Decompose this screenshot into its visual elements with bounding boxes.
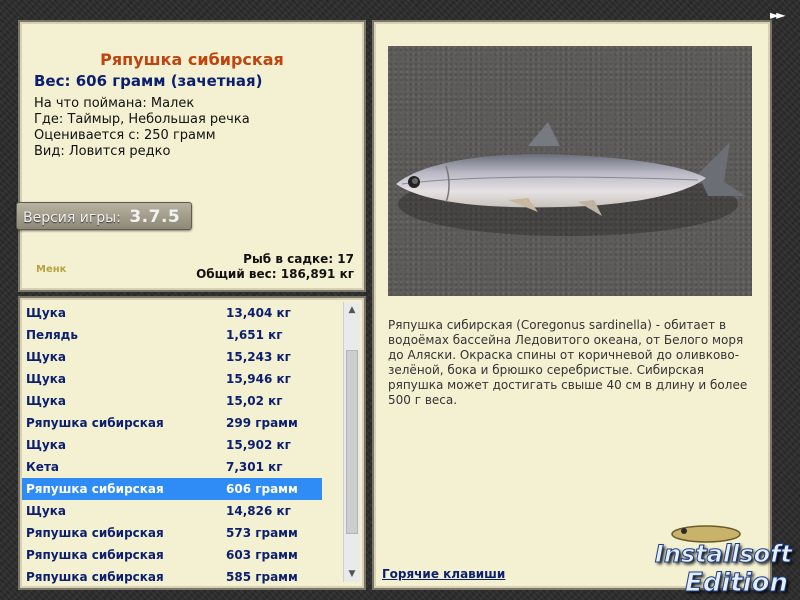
catch-fish-name: Ряпушка сибирская [26,570,164,584]
catch-fish-weight: 15,902 кг [226,438,291,452]
version-plate: Версия игры: 3.7.5 [16,202,192,230]
catch-list-row[interactable]: Пелядь 1,651 кг [22,324,322,346]
location-label: Где: [34,112,64,127]
scroll-thumb[interactable] [346,350,358,534]
catch-fish-name: Щука [26,394,66,408]
catch-fish-weight: 299 грамм [226,416,298,430]
catch-list-row[interactable]: Щука 15,243 кг [22,346,322,368]
catch-list-row[interactable]: Ряпушка сибирская 585 грамм [22,566,322,588]
location-line: Где: Таймыр, Небольшая речка [34,112,250,127]
catch-fish-name: Ряпушка сибирская [26,526,164,540]
min-weight-line: Оценивается с: 250 грамм [34,128,216,143]
catch-fish-name: Кета [26,460,59,474]
catch-list-row[interactable]: Щука 15,02 кг [22,390,322,412]
catch-fish-weight: 15,243 кг [226,350,291,364]
fish-weight: Вес: 606 грамм (зачетная) [34,72,263,90]
catch-list-row[interactable]: Щука 13,404 кг [22,302,322,324]
caught-with-label: На что поймана: [34,96,147,111]
fish-description: Ряпушка сибирская (Coregonus sardinella)… [388,318,748,407]
hotkeys-link[interactable]: Горячие клавиши [382,567,505,581]
catch-fish-name: Ряпушка сибирская [26,482,164,496]
catch-fish-name: Ряпушка сибирская [26,416,164,430]
catch-fish-weight: 15,946 кг [226,372,291,386]
installsoft-logo: Installsoft Edition [640,522,800,600]
catch-fish-name: Ряпушка сибирская [26,548,164,562]
brand-line2: Edition [685,568,789,599]
fish-detail-panel: Ряпушка сибирская (Coregonus sardinella)… [372,20,772,590]
catch-fish-weight: 13,404 кг [226,306,291,320]
fish-info-panel: Ряпушка сибирская Вес: 606 грамм (зачетн… [16,20,366,292]
catch-list-row[interactable]: Щука 14,826 кг [22,500,322,522]
fish-image-icon [396,122,746,236]
catch-fish-weight: 14,826 кг [226,504,291,518]
catch-fish-name: Щука [26,438,66,452]
scroll-up-icon[interactable]: ▲ [344,302,360,318]
catch-fish-name: Пелядь [26,328,78,342]
rarity-label: Вид: [34,144,65,159]
fish-photo [388,46,752,296]
rarity-line: Вид: Ловится редко [34,144,170,159]
catch-list-row[interactable]: Ряпушка сибирская 573 грамм [22,522,322,544]
keepnet-count: Рыб в садке: 17 [243,252,354,266]
catch-list-scrollbar[interactable]: ▲ ▼ [343,302,360,582]
scroll-down-icon[interactable]: ▼ [344,566,360,582]
catch-fish-weight: 573 грамм [226,526,298,540]
catch-fish-name: Щука [26,350,66,364]
location-value: Таймыр, Небольшая речка [67,112,250,127]
catch-fish-weight: 585 грамм [226,570,298,584]
catch-list-row[interactable]: Ряпушка сибирская 603 грамм [22,544,322,566]
catch-list-row[interactable]: Щука 15,946 кг [22,368,322,390]
small-logo: Менк [36,264,67,275]
catch-fish-weight: 7,301 кг [226,460,283,474]
min-weight-label: Оценивается с: [34,128,140,143]
catch-fish-name: Щука [26,504,66,518]
catch-list-panel: Щука 13,404 кг Пелядь 1,651 кг Щука 15,243 кг… [18,296,366,590]
catch-fish-weight: 1,651 кг [226,328,283,342]
catch-list-row[interactable]: Ряпушка сибирская 299 грамм [22,412,322,434]
catch-list-row[interactable]: Щука 15,902 кг [22,434,322,456]
fish-title: Ряпушка сибирская [100,50,284,69]
brand-line1: Installsoft [654,540,792,569]
catch-fish-weight: 603 грамм [226,548,298,562]
rarity-value: Ловится редко [68,144,171,159]
version-number: 3.7.5 [129,207,181,227]
catch-list-row[interactable]: Ряпушка сибирская 606 грамм [22,478,322,500]
keepnet-total-weight: Общий вес: 186,891 кг [196,267,354,281]
keepnet-stats: Рыб в садке: 17 Общий вес: 186,891 кг [196,252,354,282]
min-weight-value: 250 грамм [144,128,216,143]
caught-with-line: На что поймана: Малек [34,96,194,111]
catch-fish-weight: 606 грамм [226,482,298,496]
catch-fish-name: Щука [26,372,66,386]
frog-logo-icon [671,525,741,543]
catch-list-row[interactable]: Кета 7,301 кг [22,456,322,478]
caught-with-value: Малек [150,96,195,111]
version-label: Версия игры: [23,210,121,226]
catch-fish-name: Щука [26,306,66,320]
catch-fish-weight: 15,02 кг [226,394,283,408]
